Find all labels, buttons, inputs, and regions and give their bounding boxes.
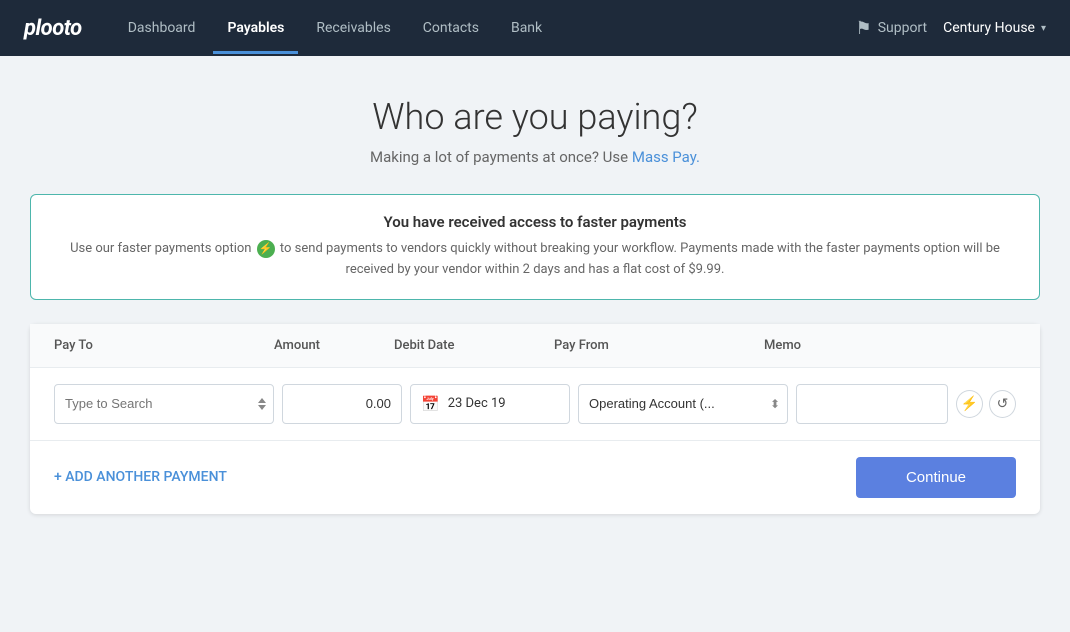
lightning-icon: ⚡	[257, 240, 275, 258]
card-footer: + ADD ANOTHER PAYMENT Continue	[30, 441, 1040, 514]
page-subtitle: Making a lot of payments at once? Use Ma…	[370, 148, 700, 166]
banner-body: Use our faster payments option ⚡ to send…	[59, 239, 1011, 281]
pay-to-field	[54, 384, 274, 424]
nav-link-contacts[interactable]: Contacts	[409, 2, 493, 54]
banner-title: You have received access to faster payme…	[59, 213, 1011, 231]
repeat-icon: ↺	[997, 396, 1009, 412]
table-row: 📅 23 Dec 19 Operating Account (... ⚡ ↺	[30, 368, 1040, 441]
nav-link-payables[interactable]: Payables	[213, 2, 298, 54]
col-header-pay-from: Pay From	[554, 338, 764, 353]
debit-date-field[interactable]: 📅 23 Dec 19	[410, 384, 570, 424]
chevron-down-icon: ▾	[1041, 23, 1046, 34]
col-header-amount: Amount	[274, 338, 394, 353]
col-header-pay-to: Pay To	[54, 338, 274, 353]
nav-links: Dashboard Payables Receivables Contacts …	[114, 2, 856, 54]
company-name: Century House	[943, 20, 1035, 36]
col-header-debit-date: Debit Date	[394, 338, 554, 353]
payment-card: Pay To Amount Debit Date Pay From Memo 📅…	[30, 324, 1040, 514]
mass-pay-link[interactable]: Mass Pay.	[632, 148, 700, 166]
flag-icon: ⚑	[856, 18, 872, 39]
pay-to-input[interactable]	[54, 384, 274, 424]
col-header-memo: Memo	[764, 338, 1016, 353]
navbar: plooto Dashboard Payables Receivables Co…	[0, 0, 1070, 56]
support-label: Support	[878, 20, 927, 36]
row-actions: ⚡ ↺	[956, 390, 1016, 418]
page-content: Who are you paying? Making a lot of paym…	[0, 56, 1070, 538]
nav-right: ⚑ Support Century House ▾	[856, 18, 1046, 39]
amount-input[interactable]	[282, 384, 402, 424]
debit-date-value: 23 Dec 19	[448, 396, 506, 411]
repeat-payment-button[interactable]: ↺	[989, 390, 1016, 418]
faster-payment-button[interactable]: ⚡	[956, 390, 983, 418]
lightning-action-icon: ⚡	[961, 396, 978, 412]
continue-button[interactable]: Continue	[856, 457, 1016, 498]
pay-from-wrapper: Operating Account (...	[578, 384, 788, 424]
add-another-payment-link[interactable]: + ADD ANOTHER PAYMENT	[54, 469, 227, 485]
faster-payments-banner: You have received access to faster payme…	[30, 194, 1040, 300]
memo-input[interactable]	[796, 384, 948, 424]
nav-link-bank[interactable]: Bank	[497, 2, 556, 54]
support-button[interactable]: ⚑ Support	[856, 18, 928, 39]
page-title: Who are you paying?	[372, 96, 697, 138]
calendar-icon: 📅	[421, 395, 440, 413]
nav-link-dashboard[interactable]: Dashboard	[114, 2, 210, 54]
pay-from-select[interactable]: Operating Account (...	[578, 384, 788, 424]
app-logo[interactable]: plooto	[24, 16, 82, 41]
table-header: Pay To Amount Debit Date Pay From Memo	[30, 324, 1040, 368]
company-selector[interactable]: Century House ▾	[943, 20, 1046, 36]
nav-link-receivables[interactable]: Receivables	[302, 2, 404, 54]
